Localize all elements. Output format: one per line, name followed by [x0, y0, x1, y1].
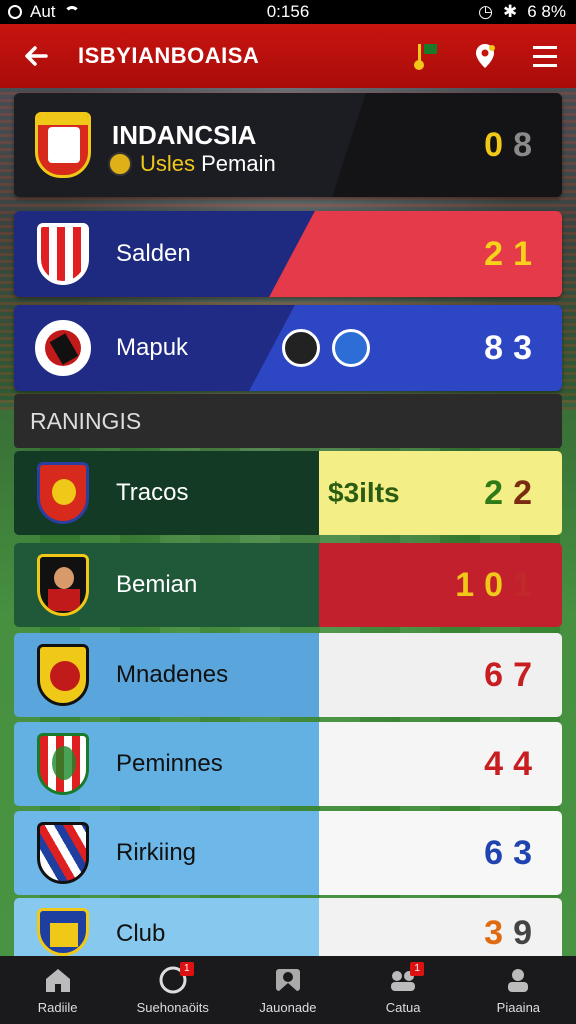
- notification-badge: 1: [179, 961, 194, 976]
- menu-icon[interactable]: [528, 39, 562, 73]
- ranking-row[interactable]: Mnadenes 67: [14, 633, 562, 717]
- team-crest: [32, 640, 94, 710]
- club-logo-icon: [332, 329, 370, 367]
- profile-icon: [503, 966, 533, 994]
- ranking-row[interactable]: Peminnes 44: [14, 722, 562, 806]
- nav-label: Suehonaöits: [136, 999, 209, 1015]
- mini-crest-icon: [108, 152, 132, 176]
- team-crest: [32, 818, 94, 888]
- nav-label: Jauonade: [259, 999, 317, 1015]
- ranking-score: 63: [484, 833, 542, 872]
- team-crest: [32, 458, 94, 528]
- team-name: Peminnes: [116, 750, 223, 777]
- ranking-score: 39: [484, 914, 542, 952]
- status-bar: Aut 0:156 ◷ ✱ 6 8%: [0, 0, 576, 24]
- featured-title: INDANCSIA: [112, 119, 257, 150]
- app-title: ISBYIANBOAISA: [78, 43, 260, 68]
- nav-item-home[interactable]: Radiile: [3, 966, 113, 1015]
- team-crest: [32, 729, 94, 799]
- match-score: 21: [484, 234, 542, 273]
- ranking-row[interactable]: Tracos $3ilts 22: [14, 451, 562, 535]
- ranking-score: 101: [455, 565, 542, 604]
- app-bar: ISBYIANBOAISA: [0, 24, 576, 88]
- flag-icon[interactable]: [408, 39, 442, 73]
- team-name: Mnadenes: [116, 661, 229, 688]
- match-card[interactable]: Salden 21: [14, 211, 562, 297]
- rankings-header: RANINGIS: [14, 394, 562, 448]
- person-icon: [273, 966, 303, 994]
- ranking-score: 44: [484, 744, 542, 783]
- battery-label: 6 8%: [527, 2, 566, 21]
- featured-score: 08: [484, 125, 542, 164]
- team-name: Salden: [116, 240, 191, 267]
- ranking-score: 22: [484, 473, 542, 512]
- team-name: Mapuk: [116, 334, 189, 361]
- ranking-row[interactable]: Bemian 101: [14, 543, 562, 627]
- nav-label: Radiile: [37, 999, 78, 1015]
- nav-item-subscriptions[interactable]: 1 Suehonaöits: [118, 961, 228, 1015]
- back-arrow-icon[interactable]: [12, 32, 60, 80]
- bottom-nav: Radiile 1 Suehonaöits Jauonade 1 Catua P…: [0, 956, 576, 1024]
- wifi-icon: [63, 6, 80, 18]
- nav-item-groups[interactable]: 1 Catua: [348, 961, 458, 1015]
- featured-subtitle: Usles Pemain: [108, 151, 276, 177]
- notification-badge: 1: [410, 961, 425, 976]
- featured-team-card[interactable]: INDANCSIA Usles Pemain 08: [14, 93, 562, 197]
- nav-item-players[interactable]: Jauonade: [233, 966, 343, 1015]
- match-card[interactable]: Mapuk 83: [14, 305, 562, 391]
- team-extra: $3ilts: [328, 477, 400, 508]
- nav-label: Piaaina: [496, 999, 541, 1015]
- location-pin-icon[interactable]: [468, 39, 502, 73]
- team-crest: [32, 219, 94, 289]
- ranking-score: 67: [484, 655, 542, 694]
- home-icon: [43, 966, 73, 994]
- team-crest: [32, 550, 94, 620]
- ranking-row[interactable]: Club 39: [14, 898, 562, 956]
- circle-icon: 1: [158, 961, 194, 994]
- team-crest: [32, 110, 94, 180]
- team-crest: [32, 313, 94, 383]
- section-title: RANINGIS: [30, 407, 142, 434]
- team-crest: [32, 908, 94, 956]
- nav-item-profile[interactable]: Piaaina: [463, 966, 573, 1015]
- ranking-row[interactable]: Rirkiing 63: [14, 811, 562, 895]
- alarm-icon: ◷: [478, 2, 493, 21]
- club-logo-icon: [282, 329, 320, 367]
- nav-label: Catua: [385, 999, 421, 1015]
- team-name: Club: [116, 920, 166, 947]
- clock: 0:156: [266, 2, 310, 21]
- match-score: 83: [484, 328, 542, 367]
- team-name: Tracos: [116, 479, 189, 506]
- notification-icon: [8, 5, 22, 19]
- bluetooth-icon: ✱: [503, 2, 518, 21]
- group-icon: 1: [388, 961, 425, 994]
- team-name: Rirkiing: [116, 839, 197, 866]
- team-name: Bemian: [116, 571, 198, 598]
- carrier-label: Aut: [30, 2, 56, 21]
